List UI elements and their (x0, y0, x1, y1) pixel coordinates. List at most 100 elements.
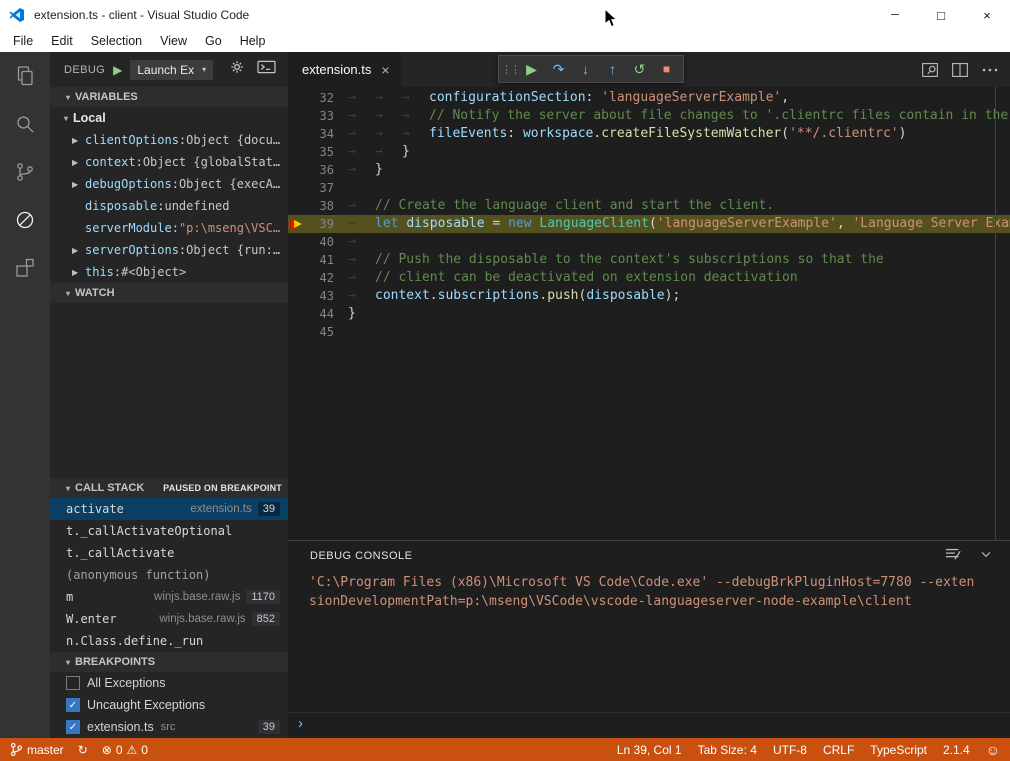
call-stack-frame[interactable]: (anonymous function) (50, 564, 288, 586)
expand-icon[interactable]: ▶ (72, 268, 85, 277)
call-stack-frame[interactable]: W.enterwinjs.base.raw.js852 (50, 608, 288, 630)
menu-view[interactable]: View (151, 30, 196, 52)
call-stack-frame[interactable]: n.Class.define._run (50, 630, 288, 652)
expand-icon[interactable]: ▶ (72, 158, 85, 167)
source-control-icon[interactable] (0, 148, 50, 196)
files-icon[interactable] (0, 52, 50, 100)
breakpoint-row[interactable]: ✓extension.tssrc39 (50, 716, 288, 738)
call-stack-frame[interactable]: activateextension.ts39 (50, 498, 288, 520)
step-into-button[interactable]: ↓ (572, 56, 599, 82)
debug-console-input[interactable] (310, 716, 1010, 731)
extensions-icon[interactable] (0, 244, 50, 292)
breakpoint-checkbox[interactable]: ✓ (66, 720, 80, 734)
breakpoint-current-line-icon[interactable] (288, 215, 304, 233)
code-line-37[interactable]: 37 (288, 179, 1010, 197)
open-debug-console-icon[interactable] (257, 59, 276, 80)
status-cursor-position[interactable]: Ln 39, Col 1 (617, 743, 682, 757)
code-line-36[interactable]: 36→} (288, 161, 1010, 179)
chevron-down-icon[interactable] (978, 547, 994, 566)
variable-row[interactable]: ▶this: #<Object> (50, 261, 288, 283)
expand-icon[interactable]: ▶ (72, 136, 85, 145)
step-out-button[interactable]: ↑ (599, 56, 626, 82)
split-editor-icon[interactable] (946, 57, 974, 83)
watch-section-header[interactable]: ▾ WATCH (50, 283, 288, 303)
status-eol[interactable]: CRLF (823, 743, 854, 757)
gutter-glyph-margin[interactable] (288, 269, 304, 287)
status-problems[interactable]: ⊗ 0 ⚠ 0 (102, 743, 148, 757)
call-stack-frame[interactable]: t._callActivateOptional (50, 520, 288, 542)
status-branch[interactable]: master (10, 742, 64, 757)
more-actions-icon[interactable] (976, 57, 1004, 83)
gutter-glyph-margin[interactable] (288, 305, 304, 323)
continue-button[interactable]: ▶ (518, 56, 545, 82)
gutter-glyph-margin[interactable] (288, 251, 304, 269)
status-version[interactable]: 2.1.4 (943, 743, 970, 757)
step-over-button[interactable]: ↷ (545, 56, 572, 82)
gutter-glyph-margin[interactable] (288, 143, 304, 161)
gutter-glyph-margin[interactable] (288, 179, 304, 197)
launch-config-dropdown[interactable]: Launch Ex ▾ (130, 60, 213, 80)
gutter-glyph-margin[interactable] (288, 197, 304, 215)
breakpoint-row[interactable]: All Exceptions (50, 672, 288, 694)
breakpoint-checkbox[interactable] (66, 676, 80, 690)
breakpoint-row[interactable]: ✓Uncaught Exceptions (50, 694, 288, 716)
menu-file[interactable]: File (4, 30, 42, 52)
code-line-38[interactable]: 38→// Create the language client and sta… (288, 197, 1010, 215)
panel-title[interactable]: DEBUG CONSOLE (310, 550, 412, 562)
code-line-34[interactable]: 34→→→fileEvents: workspace.createFileSys… (288, 125, 1010, 143)
gutter-glyph-margin[interactable] (288, 89, 304, 107)
menu-selection[interactable]: Selection (82, 30, 151, 52)
variable-row[interactable]: disposable: undefined (50, 195, 288, 217)
variables-section-header[interactable]: ▾ VARIABLES (50, 87, 288, 107)
gutter-glyph-margin[interactable] (288, 161, 304, 179)
call-stack-section-header[interactable]: ▾ CALL STACK PAUSED ON BREAKPOINT (50, 478, 288, 498)
gutter-glyph-margin[interactable] (288, 107, 304, 125)
menu-edit[interactable]: Edit (42, 30, 82, 52)
search-icon[interactable] (0, 100, 50, 148)
menu-go[interactable]: Go (196, 30, 231, 52)
gutter-glyph-margin[interactable] (288, 233, 304, 251)
gutter-glyph-margin[interactable] (288, 287, 304, 305)
maximize-button[interactable]: □ (918, 0, 964, 30)
code-line-32[interactable]: 32→→→configurationSection: 'languageServ… (288, 89, 1010, 107)
call-stack-frame[interactable]: mwinjs.base.raw.js1170 (50, 586, 288, 608)
code-line-43[interactable]: 43→context.subscriptions.push(disposable… (288, 287, 1010, 305)
breakpoints-section-header[interactable]: ▾ BREAKPOINTS (50, 652, 288, 672)
stop-button[interactable]: ■ (653, 56, 680, 82)
variable-row[interactable]: ▶debugOptions: Object {execA… (50, 173, 288, 195)
variable-row[interactable]: ▶serverOptions: Object {run:… (50, 239, 288, 261)
code-editor[interactable]: 32→→→configurationSection: 'languageServ… (288, 87, 1010, 540)
close-button[interactable]: × (964, 0, 1010, 30)
breakpoint-checkbox[interactable]: ✓ (66, 698, 80, 712)
tab-extension-ts[interactable]: extension.ts × (288, 52, 401, 87)
debug-icon[interactable] (0, 196, 50, 244)
status-sync[interactable]: ↻ (78, 743, 88, 757)
editor-scrollbar[interactable] (995, 87, 996, 540)
scope-local[interactable]: ▾ Local (50, 107, 288, 129)
code-line-35[interactable]: 35→→} (288, 143, 1010, 161)
minimize-button[interactable]: ─ (872, 0, 918, 30)
gutter-glyph-margin[interactable] (288, 323, 304, 341)
code-line-42[interactable]: 42→// client can be deactivated on exten… (288, 269, 1010, 287)
code-line-41[interactable]: 41→// Push the disposable to the context… (288, 251, 1010, 269)
vscode-logo-icon[interactable] (8, 6, 26, 24)
clear-console-icon[interactable] (944, 546, 962, 567)
call-stack-frame[interactable]: t._callActivate (50, 542, 288, 564)
expand-icon[interactable]: ▶ (72, 246, 85, 255)
restart-button[interactable]: ↺ (626, 56, 653, 82)
expand-icon[interactable]: ▶ (72, 180, 85, 189)
status-language-mode[interactable]: TypeScript (870, 743, 927, 757)
open-preview-icon[interactable] (916, 57, 944, 83)
gutter-glyph-margin[interactable] (288, 125, 304, 143)
close-tab-icon[interactable]: × (381, 62, 389, 78)
variable-row[interactable]: serverModule: "p:\mseng\VSC… (50, 217, 288, 239)
menu-help[interactable]: Help (231, 30, 275, 52)
code-line-45[interactable]: 45 (288, 323, 1010, 341)
code-line-44[interactable]: 44} (288, 305, 1010, 323)
variable-row[interactable]: ▶clientOptions: Object {docu… (50, 129, 288, 151)
code-line-40[interactable]: 40→ (288, 233, 1010, 251)
feedback-smiley-icon[interactable]: ☺ (986, 742, 1000, 758)
drag-handle[interactable]: ⋮⋮ (502, 56, 518, 82)
status-tab-size[interactable]: Tab Size: 4 (698, 743, 757, 757)
variable-row[interactable]: ▶context: Object {globalStat… (50, 151, 288, 173)
